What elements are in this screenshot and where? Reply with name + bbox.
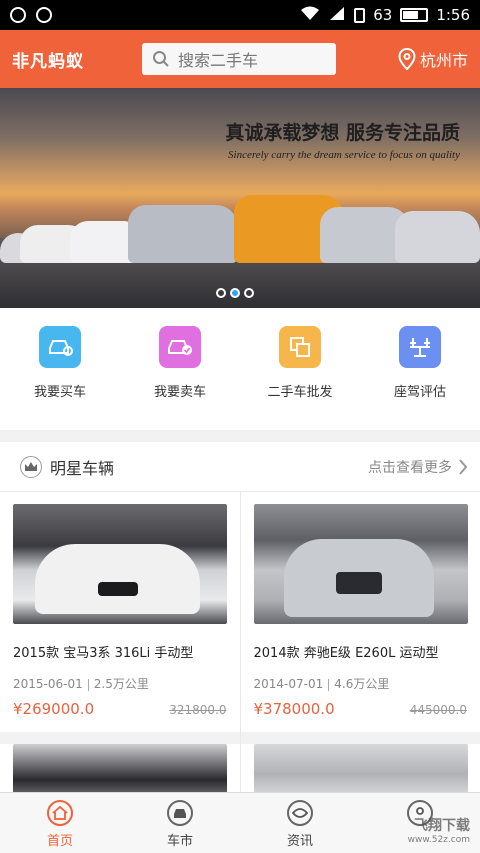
signal-icon bbox=[328, 5, 346, 25]
car-title: 2015款 宝马3系 316Li 手动型 bbox=[13, 646, 194, 661]
search-input[interactable]: 搜索二手车 bbox=[142, 43, 336, 75]
menu-label: 我要卖车 bbox=[153, 385, 206, 400]
car-photo bbox=[253, 504, 468, 624]
view-more-label: 点击查看更多 bbox=[368, 459, 452, 476]
location-pin-icon bbox=[398, 48, 416, 70]
menu-label: 我要买车 bbox=[33, 385, 86, 400]
banner-slogan: 真诚承载梦想 服务专注品质 Sincerely carry the dream … bbox=[225, 118, 460, 161]
car-original-price: 445000.0 bbox=[409, 703, 467, 717]
banner-car bbox=[128, 205, 238, 263]
tab-label: 车市 bbox=[166, 834, 193, 849]
car-grille bbox=[335, 572, 382, 594]
crown-icon bbox=[20, 455, 42, 478]
featured-header: 明星车辆 点击查看更多 bbox=[0, 442, 480, 492]
wifi-icon bbox=[300, 5, 320, 25]
card-divider bbox=[240, 732, 480, 744]
chat-icon bbox=[36, 7, 52, 23]
battery-icon bbox=[400, 8, 429, 22]
chevron-right-icon bbox=[459, 458, 468, 475]
evaluation-icon bbox=[399, 326, 441, 368]
search-icon bbox=[153, 51, 169, 67]
car-meta: 2014-07-01 4.6万公里 bbox=[254, 675, 468, 692]
banner-car bbox=[395, 211, 480, 263]
notification-icon bbox=[10, 7, 26, 23]
news-icon bbox=[287, 800, 313, 826]
status-bar: 63 1:56 bbox=[0, 0, 480, 30]
watermark-text: 飞翔下载 bbox=[414, 818, 470, 834]
tab-car-market[interactable]: 车市 bbox=[120, 793, 240, 853]
price-row: ¥269000.0 321800.0 bbox=[13, 700, 227, 718]
app-header: 非凡蚂蚁 搜索二手车 杭州市 bbox=[0, 30, 480, 88]
menu-item-sell-car[interactable]: 我要卖车 bbox=[120, 308, 240, 430]
banner-dot[interactable] bbox=[230, 288, 240, 298]
featured-car-list: 2015款 宝马3系 316Li 手动型 2015-06-01 2.5万公里 ¥2… bbox=[0, 492, 480, 792]
battery-level: 63 bbox=[373, 6, 393, 24]
card-divider bbox=[0, 732, 240, 744]
tab-label: 首页 bbox=[46, 834, 73, 849]
menu-label: 座驾评估 bbox=[393, 385, 446, 400]
banner-pagination bbox=[216, 288, 254, 298]
promo-banner[interactable]: 真诚承载梦想 服务专注品质 Sincerely carry the dream … bbox=[0, 88, 480, 308]
sim-icon bbox=[354, 7, 366, 23]
car-card[interactable]: 2014款 奔驰E级 E260L 运动型 2014-07-01 4.6万公里 ¥3… bbox=[240, 492, 480, 792]
car-photo bbox=[13, 504, 227, 624]
car-body bbox=[35, 544, 200, 614]
slogan-sub: Sincerely carry the dream service to foc… bbox=[228, 149, 460, 161]
car-photo bbox=[253, 744, 468, 792]
home-icon bbox=[47, 800, 73, 826]
car-card[interactable]: 2015款 宝马3系 316Li 手动型 2015-06-01 2.5万公里 ¥2… bbox=[0, 492, 240, 792]
banner-dot[interactable] bbox=[244, 288, 254, 298]
search-placeholder: 搜索二手车 bbox=[178, 51, 259, 70]
menu-item-wholesale[interactable]: 二手车批发 bbox=[240, 308, 360, 430]
car-price: ¥269000.0 bbox=[13, 700, 95, 718]
tab-news[interactable]: 资讯 bbox=[240, 793, 360, 853]
tab-home[interactable]: 首页 bbox=[0, 793, 120, 853]
sell-car-icon bbox=[159, 326, 201, 368]
car-mileage: 2.5万公里 bbox=[93, 677, 149, 691]
car-date: 2015-06-01 bbox=[13, 677, 83, 691]
clock: 1:56 bbox=[436, 6, 470, 24]
app-logo[interactable]: 非凡蚂蚁 bbox=[12, 47, 122, 72]
city-selector[interactable]: 杭州市 bbox=[398, 47, 468, 71]
car-original-price: 321800.0 bbox=[169, 703, 227, 717]
car-title: 2014款 奔驰E级 E260L 运动型 bbox=[253, 646, 439, 661]
car-price: ¥378000.0 bbox=[253, 700, 335, 718]
menu-label: 二手车批发 bbox=[267, 385, 333, 400]
buy-car-icon bbox=[39, 326, 81, 368]
featured-title: 明星车辆 bbox=[50, 458, 115, 478]
car-date: 2014-07-01 bbox=[253, 677, 324, 691]
wholesale-icon bbox=[279, 326, 321, 368]
car-market-icon bbox=[167, 800, 193, 826]
quick-menu: 我要买车 我要卖车 二手车批发 座驾评估 bbox=[0, 308, 480, 430]
car-grille bbox=[98, 582, 138, 596]
menu-item-evaluation[interactable]: 座驾评估 bbox=[360, 308, 480, 430]
city-name: 杭州市 bbox=[419, 51, 468, 70]
site-watermark: 飞翔下载 www.52z.com bbox=[408, 815, 470, 845]
banner-dot[interactable] bbox=[216, 288, 226, 298]
car-meta: 2015-06-01 2.5万公里 bbox=[13, 675, 227, 692]
tab-label: 资讯 bbox=[286, 834, 313, 849]
menu-item-buy-car[interactable]: 我要买车 bbox=[0, 308, 120, 430]
view-more-link[interactable]: 点击查看更多 bbox=[368, 457, 468, 477]
price-row: ¥378000.0 445000.0 bbox=[254, 700, 468, 718]
car-mileage: 4.6万公里 bbox=[334, 677, 390, 691]
car-photo bbox=[13, 744, 227, 792]
slogan-main: 真诚承载梦想 服务专注品质 bbox=[225, 122, 460, 144]
watermark-url: www.52z.com bbox=[407, 835, 470, 845]
